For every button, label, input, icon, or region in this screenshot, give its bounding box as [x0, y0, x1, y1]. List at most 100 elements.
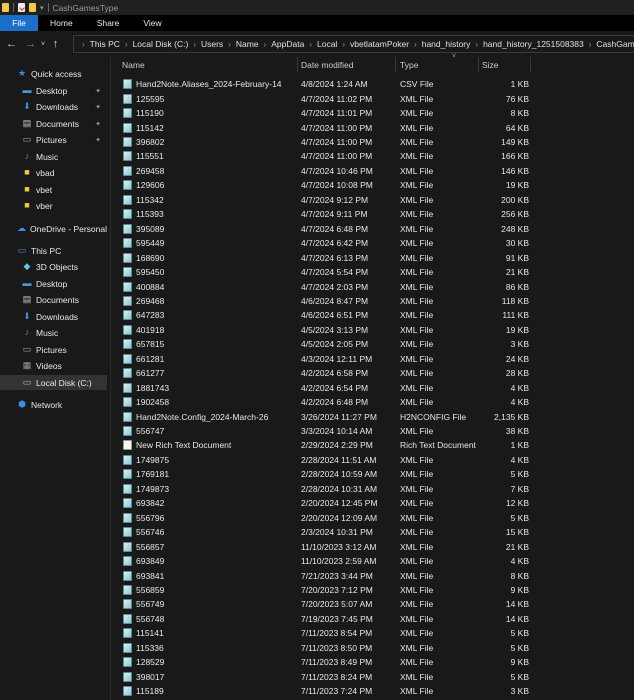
- sidebar-item[interactable]: ⬇ Downloads ✦: [0, 99, 107, 114]
- breadcrumb-item[interactable]: vbetlatamPoker: [350, 39, 409, 49]
- sidebar-item[interactable]: ■ vbet: [0, 182, 107, 197]
- breadcrumb-item[interactable]: This PC: [90, 39, 120, 49]
- chevron-right-icon[interactable]: ›: [228, 40, 231, 49]
- file-row[interactable]: 115189 7/11/2023 7:24 PM XML File 3 KB: [111, 684, 531, 698]
- file-row[interactable]: 115190 4/7/2024 11:01 PM XML File 8 KB: [111, 106, 531, 120]
- sidebar-item[interactable]: ▬ Desktop: [0, 276, 107, 291]
- sidebar-item[interactable]: ⬇ Downloads: [0, 309, 107, 324]
- file-row[interactable]: 1769181 2/28/2024 10:59 AM XML File 5 KB: [111, 467, 531, 481]
- chevron-right-icon[interactable]: ›: [309, 40, 312, 49]
- file-row[interactable]: 693841 7/21/2023 3:44 PM XML File 8 KB: [111, 568, 531, 582]
- file-row[interactable]: 129606 4/7/2024 10:08 PM XML File 19 KB: [111, 178, 531, 192]
- file-row[interactable]: 556857 11/10/2023 3:12 AM XML File 21 KB: [111, 539, 531, 553]
- sidebar-item[interactable]: ▭ This PC: [0, 243, 107, 258]
- column-divider[interactable]: [478, 57, 479, 72]
- file-row[interactable]: 269468 4/6/2024 8:47 PM XML File 118 KB: [111, 294, 531, 308]
- file-row[interactable]: 1881743 4/2/2024 6:54 PM XML File 4 KB: [111, 380, 531, 394]
- file-row[interactable]: 128529 7/11/2023 8:49 PM XML File 9 KB: [111, 655, 531, 669]
- file-row[interactable]: New Rich Text Document 2/29/2024 2:29 PM R…: [111, 438, 531, 452]
- file-row[interactable]: 398017 7/11/2023 8:24 PM XML File 5 KB: [111, 669, 531, 683]
- chevron-right-icon[interactable]: ›: [82, 40, 85, 49]
- up-button[interactable]: ↑: [48, 38, 63, 50]
- pin-icon[interactable]: ✦: [95, 87, 101, 95]
- file-row[interactable]: 400884 4/7/2024 2:03 PM XML File 86 KB: [111, 279, 531, 293]
- back-button[interactable]: ←: [4, 38, 19, 50]
- recent-locations-button[interactable]: ˅: [38, 41, 48, 48]
- column-divider[interactable]: [395, 57, 396, 72]
- chevron-right-icon[interactable]: ›: [264, 40, 267, 49]
- file-row[interactable]: 269458 4/7/2024 10:46 PM XML File 146 KB: [111, 164, 531, 178]
- sidebar-item[interactable]: ♪ Music: [0, 325, 107, 340]
- file-row[interactable]: 657815 4/5/2024 2:05 PM XML File 3 KB: [111, 337, 531, 351]
- file-row[interactable]: 115551 4/7/2024 11:00 PM XML File 166 KB: [111, 149, 531, 163]
- chevron-right-icon[interactable]: ›: [125, 40, 128, 49]
- sidebar-item[interactable]: ★ Quick access: [0, 66, 107, 81]
- breadcrumb-item[interactable]: Local: [317, 39, 337, 49]
- file-row[interactable]: 556748 7/19/2023 7:45 PM XML File 14 KB: [111, 612, 531, 626]
- tab-view[interactable]: View: [131, 15, 173, 31]
- sidebar-item[interactable]: ⬢ Network: [0, 397, 107, 412]
- file-row[interactable]: 693842 2/20/2024 12:45 PM XML File 12 KB: [111, 496, 531, 510]
- address-bar[interactable]: › This PC › Local Disk (C:) › Users › Name › AppD…: [73, 35, 634, 53]
- sidebar-item[interactable]: ▭ Pictures: [0, 342, 107, 357]
- file-row[interactable]: 556796 2/20/2024 12:09 AM XML File 5 KB: [111, 511, 531, 525]
- file-row[interactable]: 168690 4/7/2024 6:13 PM XML File 91 KB: [111, 250, 531, 264]
- file-row[interactable]: Hand2Note.Config_2024-March-26 3/26/2024 …: [111, 409, 531, 423]
- chevron-right-icon[interactable]: ›: [475, 40, 478, 49]
- file-row[interactable]: 693849 11/10/2023 2:59 AM XML File 4 KB: [111, 554, 531, 568]
- pin-icon[interactable]: ✦: [95, 136, 101, 144]
- pin-icon[interactable]: ✦: [95, 120, 101, 128]
- sidebar-item[interactable]: ▦ Videos: [0, 358, 107, 373]
- file-row[interactable]: 1749873 2/28/2024 10:31 AM XML File 7 KB: [111, 482, 531, 496]
- file-row[interactable]: 661277 4/2/2024 6:58 PM XML File 28 KB: [111, 366, 531, 380]
- sidebar-item[interactable]: ♪ Music: [0, 149, 107, 164]
- breadcrumb-item[interactable]: Name: [236, 39, 259, 49]
- column-divider[interactable]: [297, 57, 298, 72]
- column-header-type[interactable]: Type: [400, 57, 418, 72]
- breadcrumb-item[interactable]: Local Disk (C:): [133, 39, 189, 49]
- file-row[interactable]: 595449 4/7/2024 6:42 PM XML File 30 KB: [111, 236, 531, 250]
- file-row[interactable]: Hand2Note.Aliases_2024-February-14 4/8/20…: [111, 77, 531, 91]
- chevron-right-icon[interactable]: ›: [589, 40, 592, 49]
- pin-icon[interactable]: ✦: [95, 103, 101, 111]
- file-row[interactable]: 115342 4/7/2024 9:12 PM XML File 200 KB: [111, 193, 531, 207]
- tab-share[interactable]: Share: [85, 15, 132, 31]
- new-folder-icon[interactable]: [29, 3, 36, 12]
- file-row[interactable]: 125595 4/7/2024 11:02 PM XML File 76 KB: [111, 91, 531, 105]
- sidebar-item[interactable]: ▤ Documents: [0, 292, 107, 307]
- file-row[interactable]: 401918 4/5/2024 3:13 PM XML File 19 KB: [111, 323, 531, 337]
- breadcrumb-item[interactable]: CashGamesType: [596, 39, 634, 49]
- column-header-name[interactable]: Name: [122, 57, 145, 72]
- file-row[interactable]: 396802 4/7/2024 11:00 PM XML File 149 KB: [111, 135, 531, 149]
- breadcrumb-item[interactable]: hand_history_1251508383: [483, 39, 584, 49]
- file-row[interactable]: 556747 3/3/2024 10:14 AM XML File 38 KB: [111, 424, 531, 438]
- sidebar-item[interactable]: ▤ Documents ✦: [0, 116, 107, 131]
- tab-file[interactable]: File: [0, 15, 38, 31]
- breadcrumb-item[interactable]: Users: [201, 39, 223, 49]
- sidebar-item[interactable]: ▬ Desktop ✦: [0, 83, 107, 98]
- breadcrumb-item[interactable]: hand_history: [422, 39, 471, 49]
- properties-icon[interactable]: [18, 3, 25, 12]
- customize-toolbar-icon[interactable]: ▾: [40, 4, 44, 12]
- sidebar-item[interactable]: ◆ 3D Objects: [0, 259, 107, 274]
- file-row[interactable]: 115393 4/7/2024 9:11 PM XML File 256 KB: [111, 207, 531, 221]
- sidebar-item[interactable]: ■ vbad: [0, 165, 107, 180]
- column-divider[interactable]: [530, 57, 531, 72]
- file-row[interactable]: 556746 2/3/2024 10:31 PM XML File 15 KB: [111, 525, 531, 539]
- sidebar-item[interactable]: ☁ OneDrive - Personal: [0, 221, 107, 236]
- file-row[interactable]: 647283 4/6/2024 6:51 PM XML File 111 KB: [111, 308, 531, 322]
- column-header-size[interactable]: Size: [482, 57, 499, 72]
- file-row[interactable]: 595450 4/7/2024 5:54 PM XML File 21 KB: [111, 265, 531, 279]
- file-row[interactable]: 556749 7/20/2023 5:07 AM XML File 14 KB: [111, 597, 531, 611]
- sidebar-item[interactable]: ▭ Local Disk (C:): [0, 375, 107, 390]
- file-row[interactable]: 115141 7/11/2023 8:54 PM XML File 5 KB: [111, 626, 531, 640]
- sidebar-item[interactable]: ■ vber: [0, 198, 107, 213]
- file-row[interactable]: 115336 7/11/2023 8:50 PM XML File 5 KB: [111, 641, 531, 655]
- tab-home[interactable]: Home: [38, 15, 85, 31]
- file-row[interactable]: 1749875 2/28/2024 11:51 AM XML File 4 KB: [111, 453, 531, 467]
- file-row[interactable]: 556859 7/20/2023 7:12 PM XML File 9 KB: [111, 583, 531, 597]
- file-row[interactable]: 1902458 4/2/2024 6:48 PM XML File 4 KB: [111, 395, 531, 409]
- column-header-date[interactable]: Date modified: [301, 57, 353, 72]
- file-row[interactable]: 661281 4/3/2024 12:11 PM XML File 24 KB: [111, 352, 531, 366]
- file-row[interactable]: 115142 4/7/2024 11:00 PM XML File 64 KB: [111, 120, 531, 134]
